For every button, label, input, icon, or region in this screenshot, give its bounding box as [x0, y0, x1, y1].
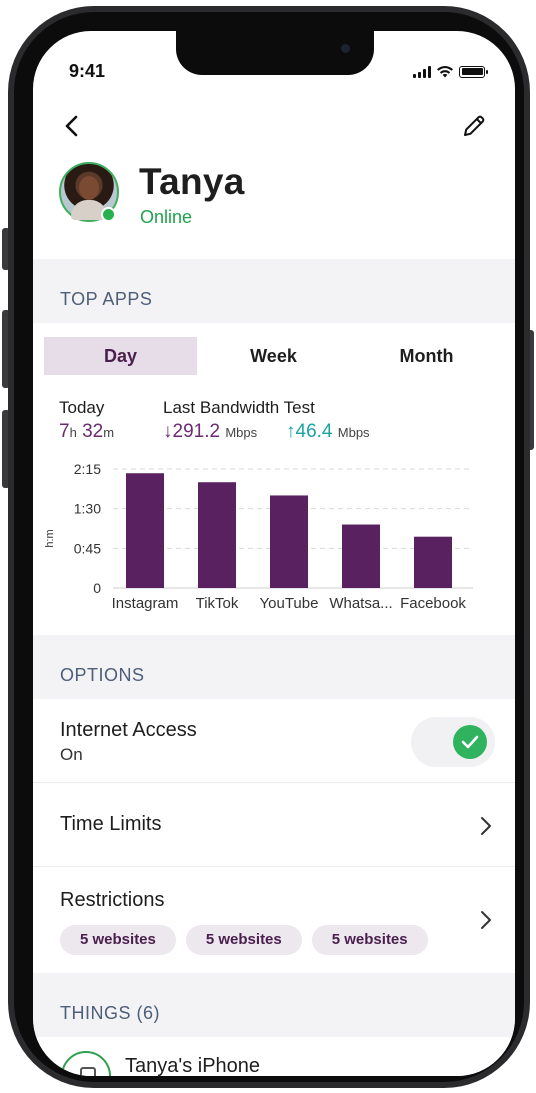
thing-row[interactable]: Tanya's iPhone	[33, 1037, 515, 1076]
status-icons	[413, 65, 488, 78]
arrow-down-icon: ↓	[163, 421, 173, 442]
wifi-icon	[437, 66, 453, 78]
today-usage: 7h 32m	[59, 421, 114, 443]
time-limits-row[interactable]: Time Limits	[33, 783, 515, 867]
time-limits-title: Time Limits	[60, 813, 162, 835]
bar	[270, 495, 308, 588]
y-tick-label: 1:30	[74, 501, 101, 517]
today-hours-unit: h	[69, 425, 77, 440]
restriction-pill[interactable]: 5 websites	[311, 925, 428, 955]
checkmark-icon	[461, 735, 479, 749]
x-tick-label: Instagram	[112, 595, 179, 612]
upload-value: 46.4	[295, 421, 333, 442]
restriction-pill[interactable]: 5 websites	[185, 925, 302, 955]
restrictions-row[interactable]: Restrictions 5 websites 5 websites 5 web…	[33, 867, 515, 973]
internet-access-toggle[interactable]	[411, 717, 495, 767]
avatar-face	[79, 176, 99, 200]
things-title: THINGS (6)	[60, 1003, 161, 1023]
top-apps-title: TOP APPS	[60, 289, 153, 309]
profile-name: Tanya	[139, 161, 245, 202]
bar	[126, 473, 164, 588]
top-apps-bar-chart: 0 0:45 1:30 2:15 h:m Instagram TikTok YouTube Wh…	[44, 461, 473, 612]
phone-frame: 9:41 Tanya Online TOP APPS Day Week Mont…	[0, 0, 536, 1093]
download-unit: Mbps	[225, 425, 258, 440]
front-camera	[341, 44, 350, 53]
pencil-icon[interactable]	[461, 113, 487, 139]
y-axis-label: h:m	[44, 529, 56, 547]
today-label: Today	[59, 398, 105, 417]
restrictions-title: Restrictions	[60, 889, 165, 911]
y-tick-label: 2:15	[74, 461, 101, 477]
bandwidth-label: Last Bandwidth Test	[163, 398, 315, 417]
upload-unit: Mbps	[337, 425, 370, 440]
y-tick-label: 0	[93, 580, 101, 596]
status-time: 9:41	[69, 61, 106, 81]
thing-name: Tanya's iPhone	[125, 1055, 261, 1076]
online-status-dot	[101, 207, 116, 222]
upload-speed: ↑46.4 Mbps	[286, 421, 370, 443]
toggle-knob	[453, 725, 487, 759]
top-apps-section-header: TOP APPS	[33, 259, 515, 323]
screen: 9:41 Tanya Online TOP APPS Day Week Mont…	[33, 31, 515, 1076]
bar	[342, 524, 380, 588]
phone-icon	[61, 1051, 111, 1076]
restriction-pills: 5 websites 5 websites 5 websites	[60, 925, 428, 955]
chevron-right-icon[interactable]	[479, 909, 493, 931]
cellular-signal-icon	[413, 65, 431, 78]
today-minutes-unit: m	[103, 425, 115, 440]
x-tick-label: TikTok	[196, 595, 239, 612]
restriction-pill[interactable]: 5 websites	[60, 925, 176, 955]
back-chevron-icon[interactable]	[61, 113, 83, 139]
internet-access-value: On	[60, 745, 83, 764]
download-speed: ↓291.2 Mbps	[163, 421, 257, 443]
internet-access-title: Internet Access	[60, 719, 197, 741]
tab-day[interactable]: Day	[44, 337, 197, 375]
battery-icon	[459, 65, 488, 78]
profile-status: Online	[140, 207, 193, 227]
x-tick-label: YouTube	[260, 595, 319, 612]
x-tick-label: Facebook	[400, 595, 466, 612]
today-hours: 7	[59, 421, 70, 442]
options-section-header: OPTIONS	[33, 635, 515, 699]
chevron-right-icon[interactable]	[479, 815, 493, 837]
x-tick-label: Whatsa...	[329, 595, 392, 612]
period-tabs: Day Week Month	[44, 337, 504, 375]
things-section-header: THINGS (6)	[33, 973, 515, 1037]
arrow-up-icon: ↑	[286, 421, 296, 442]
download-value: 291.2	[172, 421, 221, 442]
options-title: OPTIONS	[60, 665, 145, 685]
tab-month[interactable]: Month	[350, 337, 503, 375]
internet-access-row: Internet Access On	[33, 699, 515, 783]
notch	[176, 31, 374, 75]
today-minutes: 32	[82, 421, 104, 442]
y-tick-label: 0:45	[74, 540, 101, 556]
tab-week[interactable]: Week	[197, 337, 350, 375]
bar	[198, 482, 236, 588]
bar	[414, 536, 452, 588]
